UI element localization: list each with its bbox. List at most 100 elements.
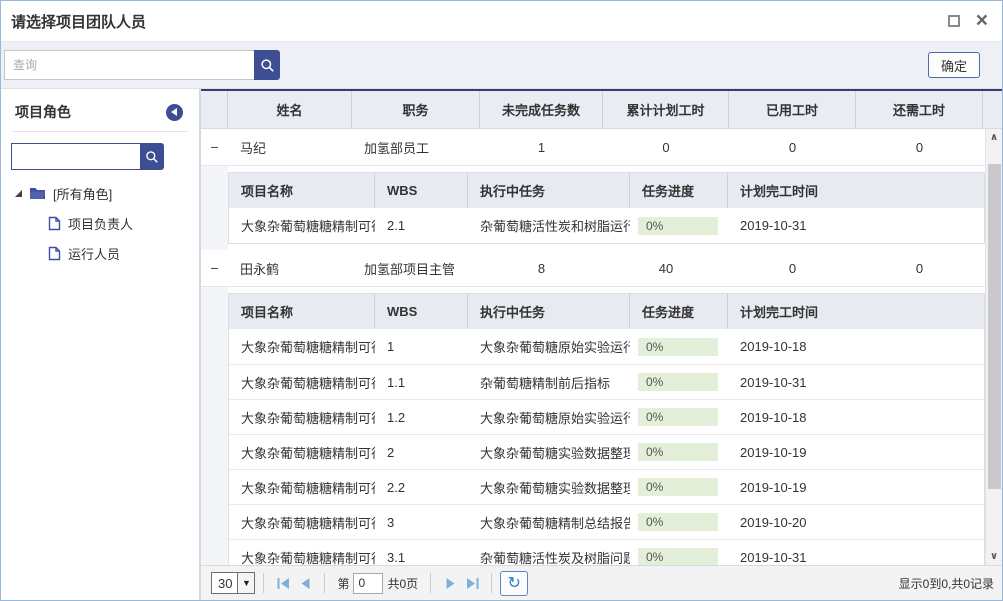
subcolumn-task: 执行中任务	[468, 294, 630, 329]
cell-progress: 0%	[630, 505, 728, 539]
tree-node-operator[interactable]: 运行人员	[1, 238, 199, 268]
cell-position: 加氢部项目主管	[352, 250, 480, 286]
page-size-select[interactable]: 30 ▼	[211, 572, 255, 594]
file-icon	[48, 246, 61, 261]
tree-node-project-leader[interactable]: 项目负责人	[1, 208, 199, 238]
progress-bar: 0%	[638, 217, 718, 235]
task-subtable-person-1: 项目名称 WBS 执行中任务 任务进度 计划完工时间 大象杂葡萄糖糖精制可行性 …	[228, 172, 985, 244]
cell-unfinished: 8	[480, 250, 603, 286]
page-number-input[interactable]	[353, 573, 383, 594]
cell-project: 大象杂葡萄糖糖精制可行性	[229, 208, 375, 243]
subtable-indent-strip	[201, 166, 228, 250]
subcolumn-progress: 任务进度	[630, 173, 728, 208]
cell-finish-date: 2019-10-20	[728, 505, 984, 539]
cell-planned-hours: 40	[603, 250, 729, 286]
collapse-left-icon	[171, 108, 177, 116]
cell-progress: 0%	[630, 365, 728, 399]
cell-finish-date: 2019-10-31	[728, 365, 984, 399]
cell-progress: 0%	[630, 540, 728, 565]
progress-bar: 0%	[638, 478, 718, 496]
progress-bar: 0%	[638, 408, 718, 426]
scroll-up-icon[interactable]: ∧	[986, 129, 1002, 146]
progress-bar: 0%	[638, 513, 718, 531]
search-icon	[260, 58, 275, 73]
table-row-person-2[interactable]: − 田永鹤 加氢部项目主管 8 40 0 0	[201, 250, 985, 287]
title-bar: 请选择项目团队人员 ×	[1, 1, 1002, 41]
subtable-header: 项目名称 WBS 执行中任务 任务进度 计划完工时间	[229, 294, 984, 329]
cell-wbs: 2	[375, 435, 468, 469]
subtable-wrap-person-1: 项目名称 WBS 执行中任务 任务进度 计划完工时间 大象杂葡萄糖糖精制可行性 …	[201, 166, 985, 250]
tree-expander-icon[interactable]	[15, 190, 22, 197]
next-page-button[interactable]	[439, 572, 461, 594]
cell-task: 大象杂葡萄糖实验数据整理	[468, 470, 630, 504]
search-button[interactable]	[254, 50, 280, 80]
cell-project: 大象杂葡萄糖糖精制可行性	[229, 540, 375, 565]
sidebar-collapse-button[interactable]	[166, 104, 183, 121]
subtable-indent-strip	[201, 287, 228, 565]
window-controls: ×	[948, 14, 988, 28]
cell-task: 大象杂葡萄糖精制总结报告	[468, 505, 630, 539]
column-header-used-hours: 已用工时	[729, 91, 856, 128]
subcolumn-wbs: WBS	[375, 294, 468, 329]
prev-page-button[interactable]	[294, 572, 316, 594]
cell-remaining-hours: 0	[856, 129, 983, 165]
role-search-button[interactable]	[140, 143, 164, 170]
progress-bar: 0%	[638, 338, 718, 356]
header-filler	[983, 91, 1002, 128]
last-page-button[interactable]	[461, 572, 483, 594]
task-row: 大象杂葡萄糖糖精制可行性 2.2 大象杂葡萄糖实验数据整理 0% 2019-10…	[229, 469, 984, 504]
cell-progress: 0%	[630, 400, 728, 434]
task-row: 大象杂葡萄糖糖精制可行性 2 大象杂葡萄糖实验数据整理 0% 2019-10-1…	[229, 434, 984, 469]
subcolumn-finish-date: 计划完工时间	[728, 294, 984, 329]
tree-node-all-roles[interactable]: [所有角色]	[1, 178, 199, 208]
refresh-button[interactable]: ↻	[500, 571, 528, 596]
task-row: 大象杂葡萄糖糖精制可行性 1 大象杂葡萄糖原始实验运行 0% 2019-10-1…	[229, 329, 984, 364]
cell-project: 大象杂葡萄糖糖精制可行性	[229, 365, 375, 399]
people-grid: 姓名 职务 未完成任务数 累计计划工时 已用工时 还需工时 − 马纪 加氢部员工…	[201, 89, 1002, 600]
cell-wbs: 3.1	[375, 540, 468, 565]
task-row: 大象杂葡萄糖糖精制可行性 3 大象杂葡萄糖精制总结报告 0% 2019-10-2…	[229, 504, 984, 539]
collapse-row-icon[interactable]: −	[201, 129, 228, 165]
content: 项目角色	[1, 89, 1002, 600]
grid-header: 姓名 职务 未完成任务数 累计计划工时 已用工时 还需工时	[201, 91, 1002, 129]
cell-project: 大象杂葡萄糖糖精制可行性	[229, 435, 375, 469]
scroll-down-icon[interactable]: ∨	[986, 548, 1002, 565]
scrollbar-thumb[interactable]	[988, 164, 1001, 489]
cell-finish-date: 2019-10-19	[728, 470, 984, 504]
cell-project: 大象杂葡萄糖糖精制可行性	[229, 329, 375, 364]
dialog-title: 请选择项目团队人员	[11, 11, 146, 32]
cell-task: 大象杂葡萄糖原始实验运行	[468, 329, 630, 364]
maximize-icon[interactable]	[948, 15, 960, 27]
cell-finish-date: 2019-10-19	[728, 435, 984, 469]
last-page-icon	[466, 578, 479, 589]
pager-divider	[263, 573, 264, 593]
folder-icon	[29, 186, 46, 200]
cell-wbs: 2.1	[375, 208, 468, 243]
confirm-button[interactable]: 确定	[928, 52, 980, 78]
cell-wbs: 1.2	[375, 400, 468, 434]
search-group	[4, 50, 280, 80]
cell-finish-date: 2019-10-31	[728, 540, 984, 565]
cell-project: 大象杂葡萄糖糖精制可行性	[229, 400, 375, 434]
pager-divider	[430, 573, 431, 593]
tree-node-label: [所有角色]	[53, 184, 112, 203]
search-input[interactable]	[4, 50, 254, 80]
close-icon[interactable]: ×	[976, 14, 988, 28]
next-page-icon	[445, 578, 456, 589]
subcolumn-wbs: WBS	[375, 173, 468, 208]
role-search-input[interactable]	[11, 143, 140, 170]
table-row-person-1[interactable]: − 马纪 加氢部员工 1 0 0 0	[201, 129, 985, 166]
cell-name: 田永鹤	[228, 250, 352, 286]
prev-page-icon	[300, 578, 311, 589]
cell-progress: 0%	[630, 208, 728, 243]
toolbar: 确定	[1, 41, 1002, 89]
cell-project: 大象杂葡萄糖糖精制可行性	[229, 505, 375, 539]
cell-wbs: 2.2	[375, 470, 468, 504]
first-page-button[interactable]	[272, 572, 294, 594]
tree-node-label: 运行人员	[68, 244, 120, 263]
collapse-row-icon[interactable]: −	[201, 250, 228, 286]
subtable-wrap-person-2: 项目名称 WBS 执行中任务 任务进度 计划完工时间 大象杂葡萄糖糖精制可行性 …	[201, 287, 985, 565]
subcolumn-project: 项目名称	[229, 173, 375, 208]
grid-body: − 马纪 加氢部员工 1 0 0 0 项目名称 WBS 执行中任务	[201, 129, 985, 565]
task-subtable-person-2: 项目名称 WBS 执行中任务 任务进度 计划完工时间 大象杂葡萄糖糖精制可行性 …	[228, 293, 985, 565]
